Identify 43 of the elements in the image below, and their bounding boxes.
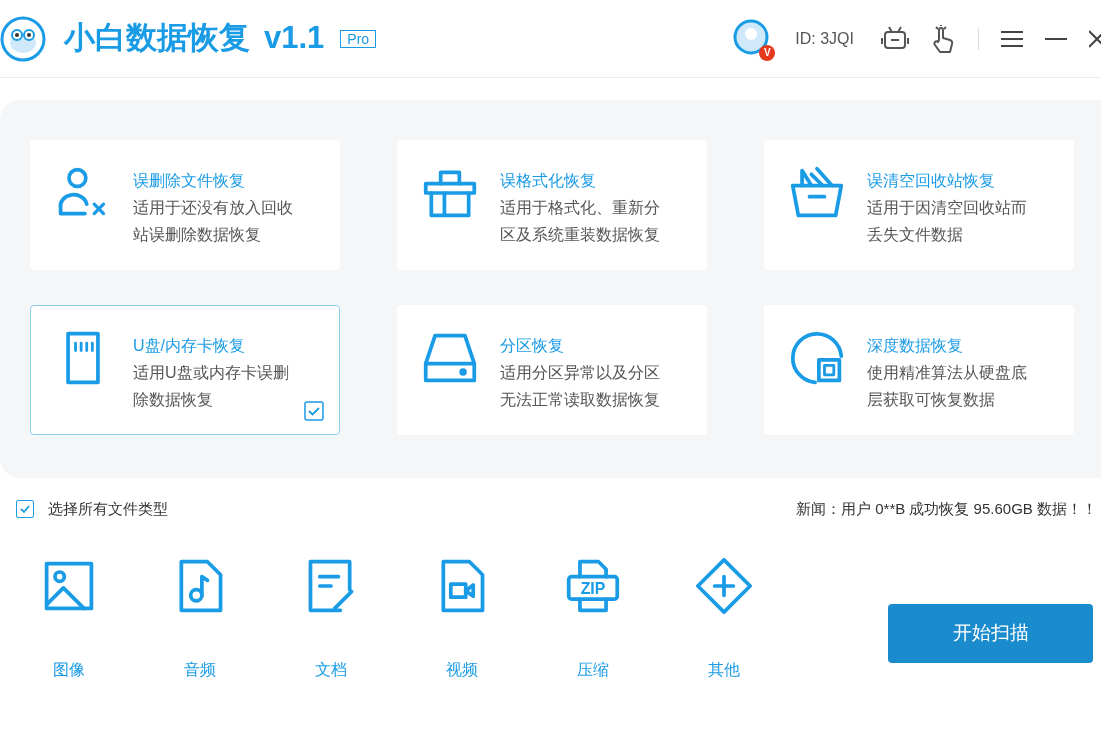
- file-type-label[interactable]: 音频: [184, 658, 216, 682]
- mode-description: 适用于格式化、重新分区及系统重装数据恢复: [500, 198, 661, 245]
- recovery-mode-card[interactable]: 误格式化恢复 适用于格式化、重新分区及系统重装数据恢复: [397, 140, 707, 270]
- mode-title: 误删除文件恢复: [133, 171, 246, 191]
- recovery-mode-card[interactable]: 分区恢复 适用分区异常以及分区无法正常读取数据恢复: [397, 305, 707, 435]
- pointer-hand-icon[interactable]: [930, 23, 956, 54]
- mode-title: 误清空回收站恢复: [867, 171, 996, 191]
- app-title: 小白数据恢复: [64, 19, 250, 58]
- mode-title: U盘/内存卡恢复: [133, 336, 246, 356]
- shape-icon: [789, 330, 845, 386]
- file-type-label[interactable]: 压缩: [577, 658, 609, 682]
- avatar-icon[interactable]: [733, 18, 770, 55]
- mode-title: 误格式化恢复: [500, 171, 597, 191]
- news-text: 新闻：用户 0**B 成功恢复 95.60GB 数据！！: [796, 498, 1097, 519]
- logo-icon: [0, 15, 46, 62]
- recovery-mode-card[interactable]: 误清空回收站恢复 适用于因清空回收站而丢失文件数据: [764, 140, 1074, 270]
- minimize-icon[interactable]: [1045, 37, 1067, 40]
- recovery-mode-card[interactable]: U盘/内存卡恢复 适用U盘或内存卡误删除数据恢复: [30, 305, 340, 435]
- file-type-label[interactable]: 图像: [53, 658, 85, 682]
- mode-description: 适用分区异常以及分区无法正常读取数据恢复: [500, 363, 661, 410]
- menu-icon[interactable]: [1001, 29, 1023, 48]
- mode-title: 深度数据恢复: [867, 336, 964, 356]
- select-all-checkbox[interactable]: [16, 500, 34, 518]
- recovery-mode-card[interactable]: 深度数据恢复 使用精准算法从硬盘底层获取可恢复数据: [764, 305, 1074, 435]
- recovery-mode-card[interactable]: 误删除文件恢复 适用于还没有放入回收站误删除数据恢复: [30, 140, 340, 270]
- vip-badge: V: [759, 44, 776, 61]
- select-all-label: 选择所有文件类型: [48, 498, 168, 519]
- checkmark-icon: [19, 503, 31, 515]
- close-icon[interactable]: [1089, 29, 1101, 48]
- checkbox-checked-icon: [304, 401, 324, 421]
- start-scan-button[interactable]: 开始扫描: [888, 604, 1093, 663]
- user-id: ID: 3JQI: [795, 28, 854, 49]
- file-type-label[interactable]: 其他: [708, 658, 740, 682]
- mode-description: 适用U盘或内存卡误删除数据恢复: [133, 363, 290, 410]
- mode-description: 适用于因清空回收站而丢失文件数据: [867, 198, 1028, 245]
- edition-badge: Pro: [340, 29, 377, 48]
- mode-description: 适用于还没有放入回收站误删除数据恢复: [133, 198, 294, 245]
- diamond-plus-icon: [696, 558, 752, 614]
- file-type-label[interactable]: 视频: [446, 658, 478, 682]
- file-type-label[interactable]: 文档: [315, 658, 347, 682]
- app-version: v1.1: [264, 19, 325, 58]
- mode-title: 分区恢复: [500, 336, 565, 356]
- mode-description: 使用精准算法从硬盘底层获取可恢复数据: [867, 363, 1028, 410]
